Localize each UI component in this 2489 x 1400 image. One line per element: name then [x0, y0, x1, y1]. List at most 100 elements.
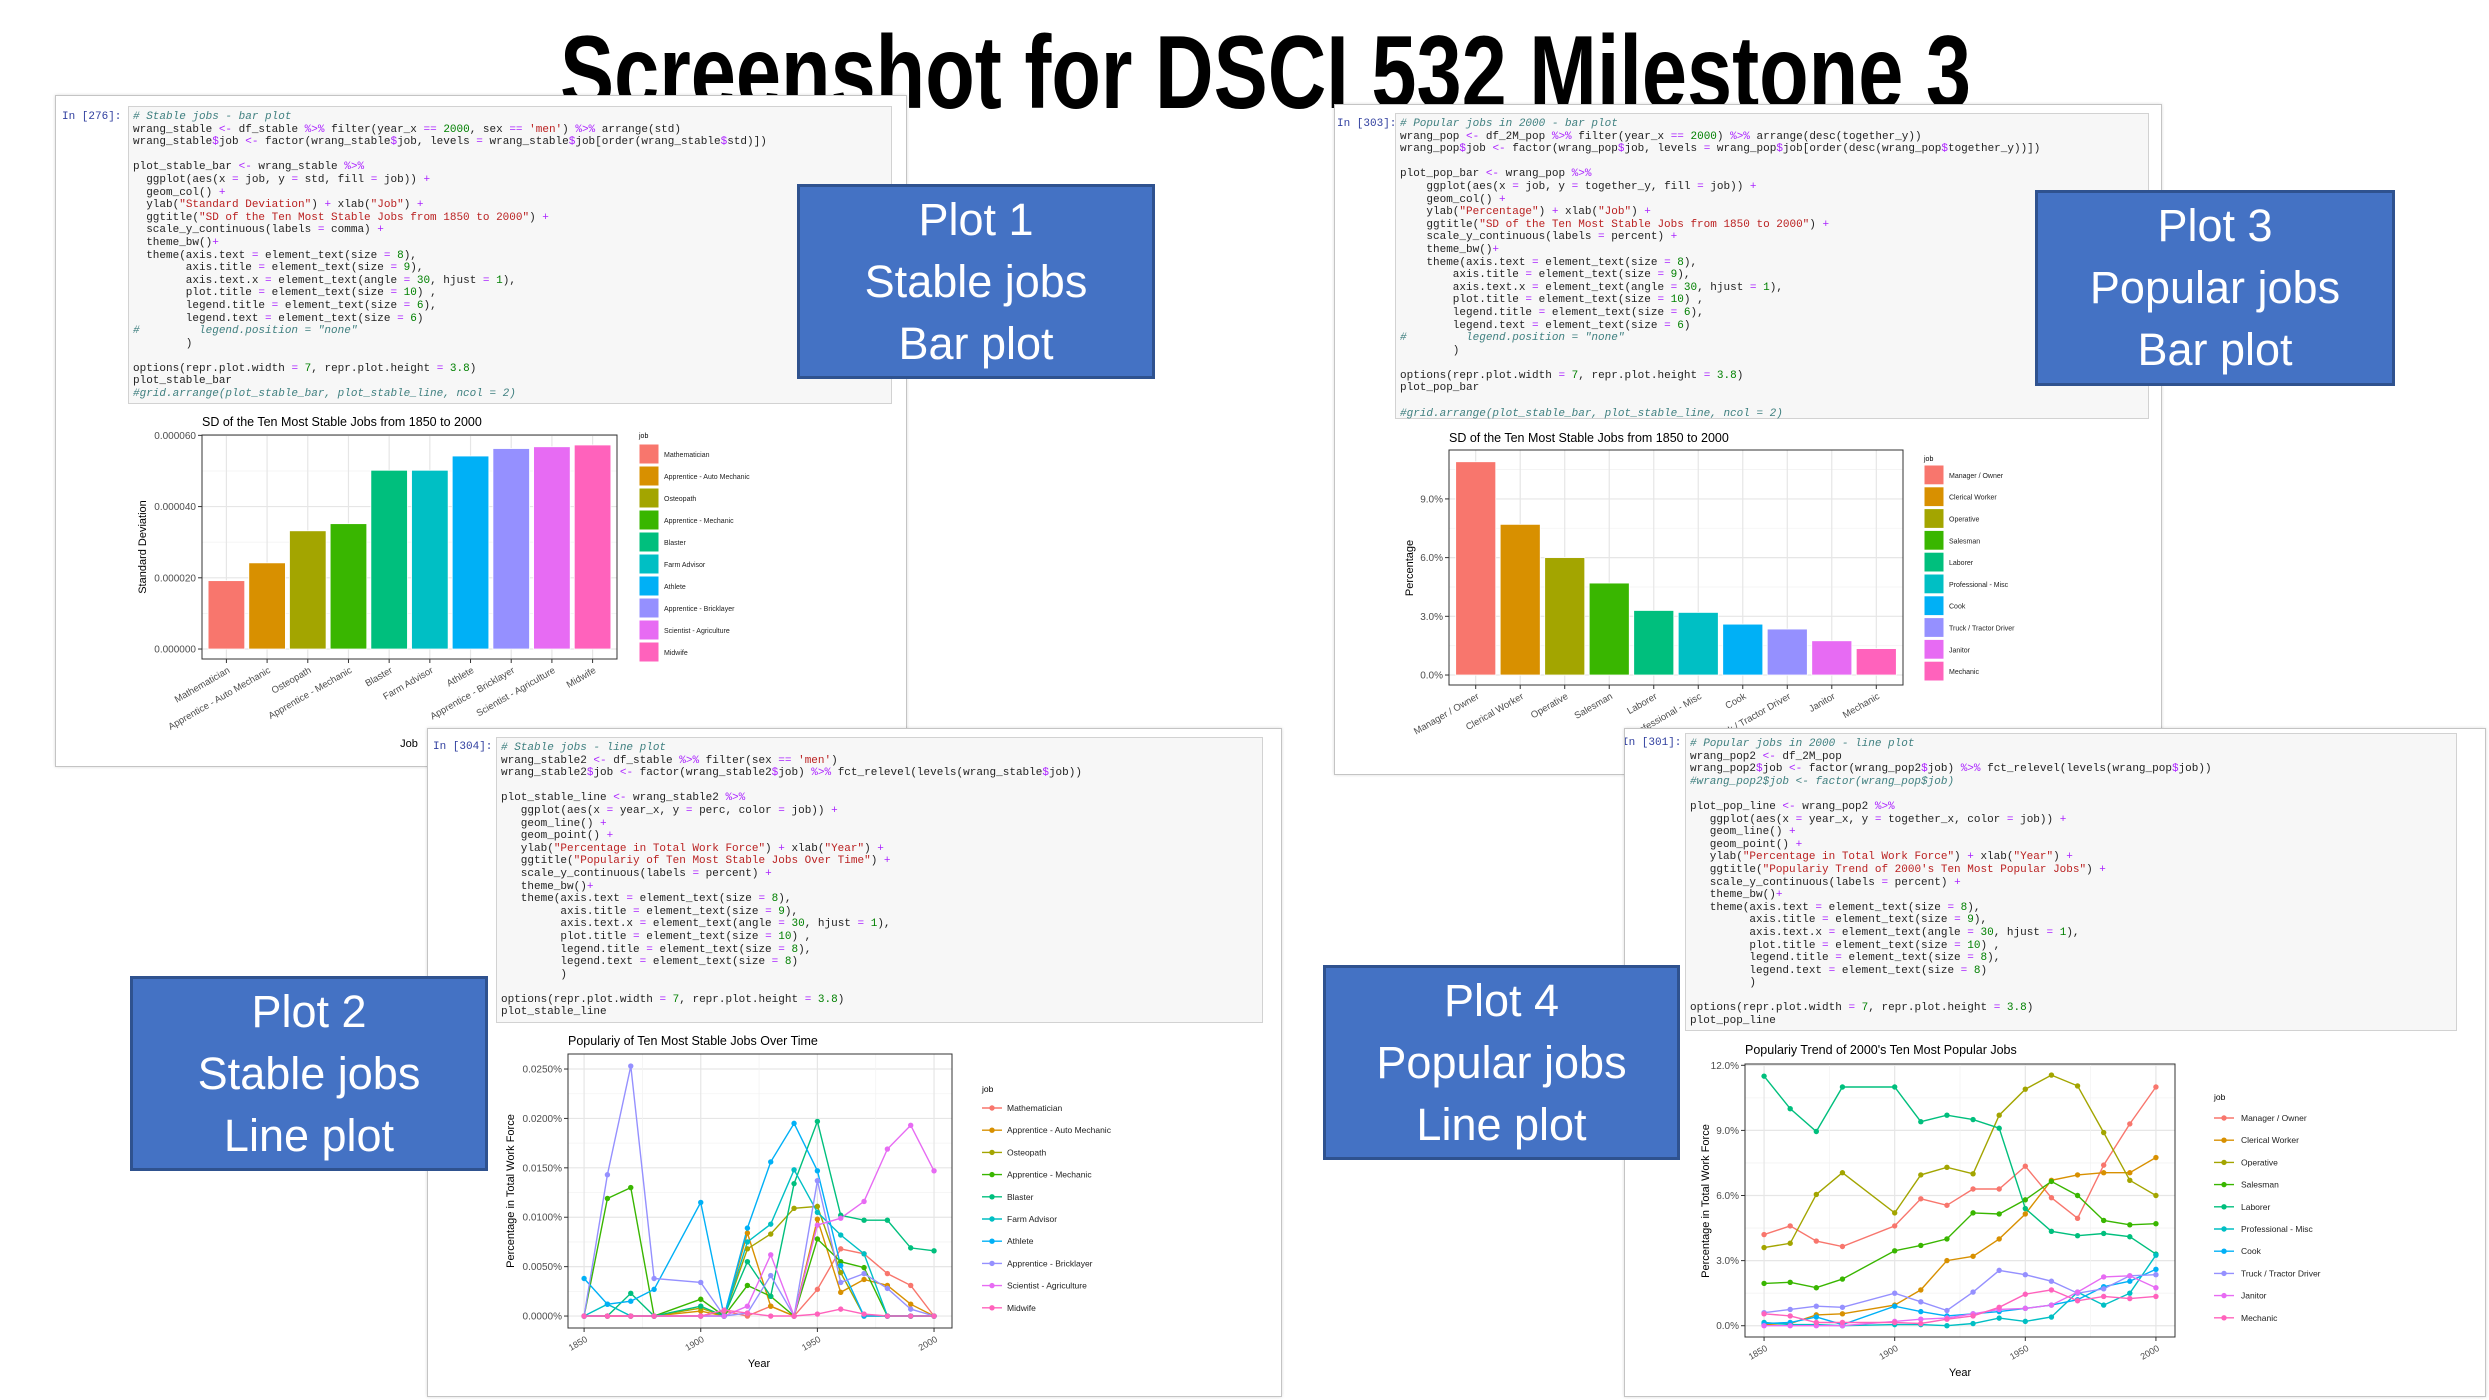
data-point: [1996, 1315, 2002, 1321]
label-line: Popular jobs: [2089, 262, 2341, 313]
data-point: [2127, 1222, 2133, 1228]
notebook-cell-plot1: In [276]: # Stable jobs - bar plot wrang_…: [55, 95, 907, 767]
legend-key-point: [2221, 1292, 2227, 1299]
data-point: [1891, 1303, 1898, 1309]
legend-key-point: [2221, 1204, 2227, 1210]
data-point: [1944, 1257, 1950, 1264]
legend-key-point: [2221, 1248, 2227, 1254]
y-tick-label: 0.000000: [154, 645, 196, 656]
data-point: [814, 1168, 821, 1174]
legend-label: Mathematician: [664, 452, 710, 459]
data-point: [744, 1230, 751, 1236]
chart-title: SD of the Ten Most Stable Jobs from 1850…: [202, 415, 482, 429]
data-point: [791, 1313, 797, 1319]
data-point: [1761, 1231, 1767, 1238]
data-point: [1891, 1290, 1898, 1296]
data-point: [838, 1306, 844, 1312]
data-point: [1839, 1311, 1846, 1317]
data-point: [2127, 1295, 2133, 1302]
legend-title: job: [638, 433, 648, 440]
data-point: [1944, 1164, 1950, 1170]
legend-label: Cook: [1949, 604, 1966, 611]
data-point: [2153, 1285, 2159, 1291]
legend-swatch: [1923, 573, 1945, 595]
data-point: [1918, 1119, 1924, 1125]
notebook-cell-plot2: In [304]: # Stable jobs - line plot wrang…: [427, 728, 1282, 1397]
data-point: [1839, 1084, 1846, 1090]
x-tick-label: 1850: [1747, 1343, 1769, 1362]
data-point: [1970, 1313, 1976, 1319]
data-point: [604, 1195, 611, 1202]
legend-key-point: [989, 1282, 995, 1289]
legend-swatch: [638, 641, 660, 663]
bar: [533, 446, 571, 650]
bar: [573, 444, 612, 650]
data-point: [2048, 1194, 2055, 1201]
legend-label: Athlete: [1007, 1236, 1034, 1246]
data-point: [2153, 1154, 2159, 1161]
label-line: Line plot: [223, 1109, 395, 1161]
data-point: [2153, 1252, 2159, 1258]
data-point: [1996, 1211, 2002, 1217]
data-point: [1996, 1236, 2002, 1242]
data-point: [698, 1279, 704, 1286]
bar: [1455, 461, 1497, 676]
data-point: [1970, 1320, 1976, 1327]
data-point: [768, 1252, 774, 1258]
legend-swatch: [1923, 464, 1945, 486]
data-point: [744, 1246, 751, 1252]
chart-title: Populariy Trend of 2000's Ten Most Popul…: [1745, 1043, 2017, 1057]
data-point: [1761, 1311, 1767, 1317]
legend-label: Scientist - Agriculture: [1007, 1281, 1087, 1291]
data-point: [1891, 1084, 1898, 1090]
x-tick-label: Midwife: [565, 665, 598, 691]
data-point: [2127, 1290, 2133, 1296]
y-tick-label: 0.000020: [154, 573, 196, 584]
data-point: [814, 1222, 821, 1228]
bar: [1855, 648, 1897, 676]
legend-label: Janitor: [1949, 647, 1971, 654]
data-point: [2074, 1215, 2081, 1221]
data-point: [2022, 1305, 2029, 1312]
legend-swatch: [638, 509, 660, 531]
legend-label: Laborer: [1949, 560, 1974, 567]
label-line: Stable jobs: [864, 255, 1088, 307]
legend-swatch: [638, 487, 660, 509]
x-axis-title: Year: [1949, 1367, 1972, 1379]
data-point: [1813, 1191, 1820, 1198]
data-point: [884, 1146, 891, 1152]
y-axis-title: Percentage in Total Work Force: [505, 1114, 517, 1268]
data-point: [604, 1301, 611, 1307]
bar: [451, 455, 490, 650]
bar: [411, 469, 449, 650]
data-point: [1839, 1276, 1846, 1282]
data-point: [1787, 1323, 1793, 1329]
data-point: [768, 1303, 774, 1309]
x-tick-label: 2000: [2139, 1343, 2161, 1362]
bar: [1499, 523, 1541, 676]
legend-swatch: [1923, 529, 1945, 551]
data-point: [651, 1313, 657, 1319]
plot3-label: Plot 3 Popular jobs Bar plot: [2035, 190, 2395, 386]
data-point: [721, 1313, 727, 1319]
plot2-label: Plot 2 Stable jobs Line plot: [130, 976, 488, 1171]
legend-label: Clerical Worker: [1949, 495, 1997, 502]
legend-label: Blaster: [664, 540, 686, 547]
data-point: [698, 1199, 704, 1206]
y-tick-label: 6.0%: [1420, 553, 1443, 564]
data-point: [838, 1269, 844, 1276]
data-point: [1839, 1170, 1846, 1176]
legend-swatch: [1923, 638, 1945, 660]
data-point: [814, 1118, 821, 1125]
data-point: [581, 1275, 587, 1282]
x-tick-label: Salesman: [1573, 691, 1615, 722]
legend-label: Osteopath: [664, 496, 696, 503]
data-point: [2074, 1232, 2081, 1239]
y-tick-label: 9.0%: [1420, 494, 1443, 505]
legend-label: Salesman: [2241, 1180, 2279, 1190]
label-line: Plot 1: [918, 193, 1034, 245]
data-point: [908, 1313, 914, 1319]
legend-label: Blaster: [1007, 1192, 1034, 1202]
data-point: [768, 1231, 774, 1237]
legend-key-point: [2221, 1115, 2227, 1121]
